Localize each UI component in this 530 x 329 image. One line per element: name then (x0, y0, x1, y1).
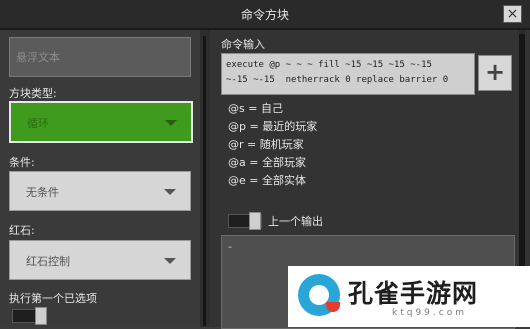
command-input[interactable]: execute @p ~ ~ ~ fill ~15 ~15 ~15 ~-15 ~… (221, 53, 475, 95)
condition-value: 无条件 (26, 186, 59, 199)
watermark-title: 孔雀手游网 (348, 279, 479, 308)
condition-label: 条件: (9, 156, 35, 169)
chevron-down-icon (164, 189, 176, 195)
redstone-value: 红石控制 (26, 255, 70, 268)
command-line-1: execute @p ~ ~ ~ fill ~15 ~15 ~15 ~-15 (226, 60, 432, 70)
selector-all-players: @a = 全部玩家 (228, 156, 306, 169)
watermark: 孔雀手游网 ktq99.com (288, 266, 530, 327)
block-type-dropdown[interactable]: 循环 (9, 101, 193, 143)
toggle-knob (249, 212, 261, 230)
site-logo-icon (298, 274, 340, 316)
watermark-url: ktq99.com (392, 308, 467, 318)
hover-text-input[interactable]: 悬浮文本 (9, 37, 191, 77)
title-bar: 命令方块 × (0, 0, 530, 30)
block-type-value: 循环 (27, 117, 49, 130)
selector-self: @s = 自己 (228, 102, 283, 115)
selector-random-player: @r = 随机玩家 (228, 138, 304, 151)
chevron-down-icon (164, 258, 176, 264)
chevron-down-icon (165, 120, 177, 126)
left-scrollbar[interactable] (203, 36, 206, 326)
execute-first-label: 执行第一个已选项 (9, 292, 97, 305)
selector-all-entities: @e = 全部实体 (228, 174, 306, 187)
add-button[interactable]: + (478, 55, 512, 91)
window-title: 命令方块 (240, 8, 289, 22)
selector-nearest-player: @p = 最近的玩家 (228, 120, 318, 133)
close-button[interactable]: × (503, 5, 522, 23)
block-type-label: 方块类型: (9, 87, 57, 100)
previous-output-label: 上一个输出 (268, 215, 323, 228)
previous-output-toggle[interactable] (228, 212, 262, 230)
execute-first-toggle[interactable] (12, 307, 47, 325)
redstone-dropdown[interactable]: 红石控制 (9, 240, 191, 280)
command-input-label: 命令输入 (221, 38, 265, 51)
toggle-knob (35, 307, 47, 325)
condition-dropdown[interactable]: 无条件 (9, 171, 191, 211)
redstone-label: 红石: (9, 224, 35, 237)
command-line-2: ~-15 ~-15 netherrack 0 replace barrier 0 (226, 75, 449, 85)
previous-output-text: - (228, 240, 232, 253)
hover-text-placeholder: 悬浮文本 (16, 51, 60, 64)
